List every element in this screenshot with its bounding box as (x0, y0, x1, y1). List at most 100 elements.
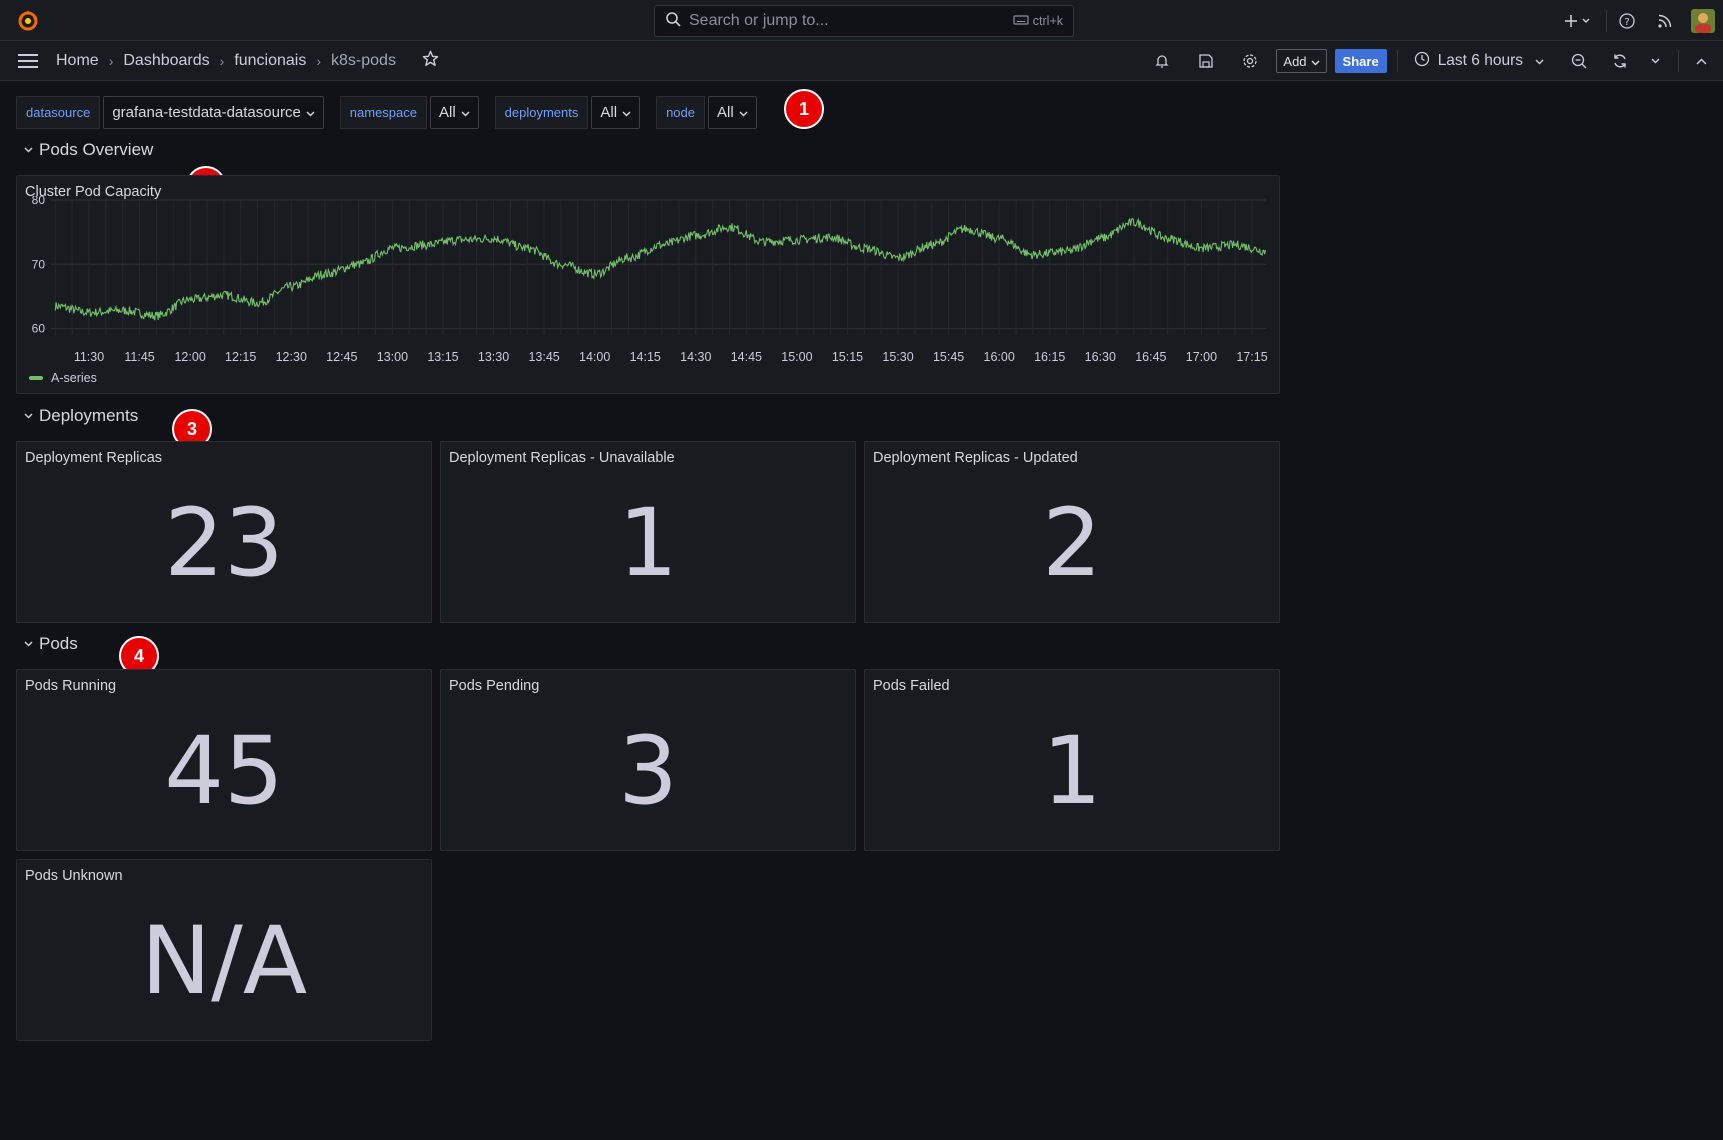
variable-namespace: namespace All (339, 96, 479, 129)
chevron-down-icon (739, 104, 748, 121)
panel-cluster-pod-capacity[interactable]: Cluster Pod Capacity 60 70 80 11:30 11:45 12:… (16, 175, 1280, 394)
row-pods[interactable]: Pods (24, 634, 78, 654)
search-input[interactable]: Search or jump to... ctrl+k (654, 5, 1074, 37)
x-tick-label: 13:45 (528, 350, 559, 364)
x-tick-label: 16:00 (984, 350, 1015, 364)
x-tick-label: 16:30 (1085, 350, 1116, 364)
chevron-down-icon (24, 638, 33, 650)
panel-pods-unknown[interactable]: Pods Unknown N/A (16, 859, 432, 1041)
x-tick-label: 17:00 (1186, 350, 1217, 364)
y-tick-label: 60 (32, 322, 46, 336)
panel-title: Deployment Replicas - Updated (873, 450, 1078, 466)
variable-deployments: deployments All (494, 96, 641, 129)
breadcrumb-separator: › (316, 53, 322, 69)
zoom-out-icon[interactable] (1560, 53, 1598, 69)
news-feed-icon[interactable] (1647, 13, 1683, 29)
stat-value: N/A (140, 907, 308, 1016)
panel-deployment-replicas[interactable]: Deployment Replicas 23 (16, 441, 432, 623)
breadcrumb-folder[interactable]: funcionais (234, 52, 306, 70)
panel-pods-failed[interactable]: Pods Failed 1 (864, 669, 1280, 851)
x-tick-label: 13:15 (427, 350, 458, 364)
panel-title: Deployment Replicas - Unavailable (449, 450, 675, 466)
variable-node: node All (656, 96, 757, 129)
x-tick-label: 11:30 (74, 350, 104, 364)
search-icon (665, 11, 681, 32)
variable-select[interactable]: All (430, 96, 479, 129)
x-tick-label: 13:30 (478, 350, 509, 364)
variable-label: datasource (16, 96, 101, 129)
save-icon[interactable] (1184, 53, 1228, 69)
panel-title: Pods Running (25, 678, 117, 694)
search-placeholder: Search or jump to... (689, 12, 829, 29)
panel-deployment-replicas-updated[interactable]: Deployment Replicas - Updated 2 (864, 441, 1280, 623)
clock-icon (1414, 51, 1430, 72)
x-tick-label: 17:15 (1236, 350, 1267, 364)
dashboard-toolbar: Add Share Last 6 hours (1140, 41, 1723, 81)
legend-swatch (29, 376, 43, 380)
panel-deployment-replicas-unavailable[interactable]: Deployment Replicas - Unavailable 1 (440, 441, 856, 623)
add-button[interactable]: Add (1276, 49, 1327, 73)
grafana-logo-icon[interactable] (16, 8, 40, 32)
y-tick-label: 80 (32, 196, 46, 207)
new-menu-button[interactable] (1560, 13, 1598, 29)
share-button[interactable]: Share (1334, 49, 1387, 73)
x-tick-label: 14:30 (680, 350, 711, 364)
x-tick-label: 15:00 (781, 350, 812, 364)
x-tick-label: 15:30 (882, 350, 913, 364)
breadcrumb-separator: › (108, 53, 114, 69)
stat-value: 2 (1042, 489, 1102, 598)
settings-gear-icon[interactable] (1228, 53, 1272, 69)
breadcrumb-current: k8s-pods (331, 52, 396, 69)
y-tick-label: 70 (32, 257, 46, 271)
panel-title: Pods Failed (873, 678, 950, 694)
breadcrumb-home[interactable]: Home (56, 52, 99, 70)
variable-select[interactable]: grafana-testdata-datasource (103, 96, 324, 129)
row-deployments[interactable]: Deployments (24, 406, 138, 426)
top-bar: Search or jump to... ctrl+k ? (0, 0, 1723, 41)
chevron-down-icon (1535, 52, 1544, 70)
chevron-down-icon (24, 410, 33, 422)
panel-pods-pending[interactable]: Pods Pending 3 (440, 669, 856, 851)
chevron-up-icon[interactable] (1679, 57, 1723, 65)
x-tick-label: 14:00 (579, 350, 610, 364)
variable-select[interactable]: All (707, 96, 757, 129)
divider (1396, 50, 1398, 72)
x-tick-label: 14:45 (731, 350, 762, 364)
x-tick-label: 13:00 (377, 350, 408, 364)
chevron-down-icon (306, 104, 315, 121)
panel-pods-running[interactable]: Pods Running 45 (16, 669, 432, 851)
variable-label: namespace (339, 96, 427, 129)
user-avatar[interactable] (1683, 8, 1723, 33)
x-tick-label: 16:45 (1135, 350, 1166, 364)
bell-icon[interactable] (1140, 53, 1184, 69)
x-tick-label: 11:45 (124, 350, 154, 364)
keyboard-icon (1013, 14, 1029, 29)
chevron-down-icon (24, 144, 33, 156)
variable-datasource: datasource grafana-testdata-datasource (16, 96, 324, 129)
chevron-down-icon (461, 104, 470, 121)
menu-icon[interactable] (17, 52, 39, 70)
template-variables: datasource grafana-testdata-datasource n… (16, 96, 773, 129)
x-tick-label: 14:15 (630, 350, 661, 364)
annotation-badge-1: 1 (784, 89, 824, 129)
x-tick-label: 12:15 (225, 350, 256, 364)
stat-value: 3 (618, 717, 678, 826)
stat-value: 23 (164, 489, 284, 598)
x-tick-label: 12:00 (174, 350, 205, 364)
row-pods-overview[interactable]: Pods Overview (24, 140, 153, 160)
nav-bar: Home › Dashboards › funcionais › k8s-pod… (0, 41, 1723, 81)
breadcrumb-separator: › (219, 53, 225, 69)
x-tick-label: 16:15 (1034, 350, 1065, 364)
svg-text:?: ? (1624, 17, 1629, 28)
time-range-picker[interactable]: Last 6 hours (1414, 51, 1544, 72)
chevron-down-icon (622, 104, 631, 121)
refresh-icon[interactable] (1598, 53, 1642, 69)
breadcrumb-dashboards[interactable]: Dashboards (123, 52, 209, 70)
panel-title: Pods Pending (449, 678, 540, 694)
variable-select[interactable]: All (591, 96, 641, 129)
refresh-interval-chevron-icon[interactable] (1642, 58, 1668, 64)
help-icon[interactable]: ? (1607, 12, 1647, 29)
stat-value: 1 (1042, 717, 1102, 826)
star-icon[interactable] (422, 50, 439, 72)
chart-legend[interactable]: A-series (29, 371, 97, 385)
